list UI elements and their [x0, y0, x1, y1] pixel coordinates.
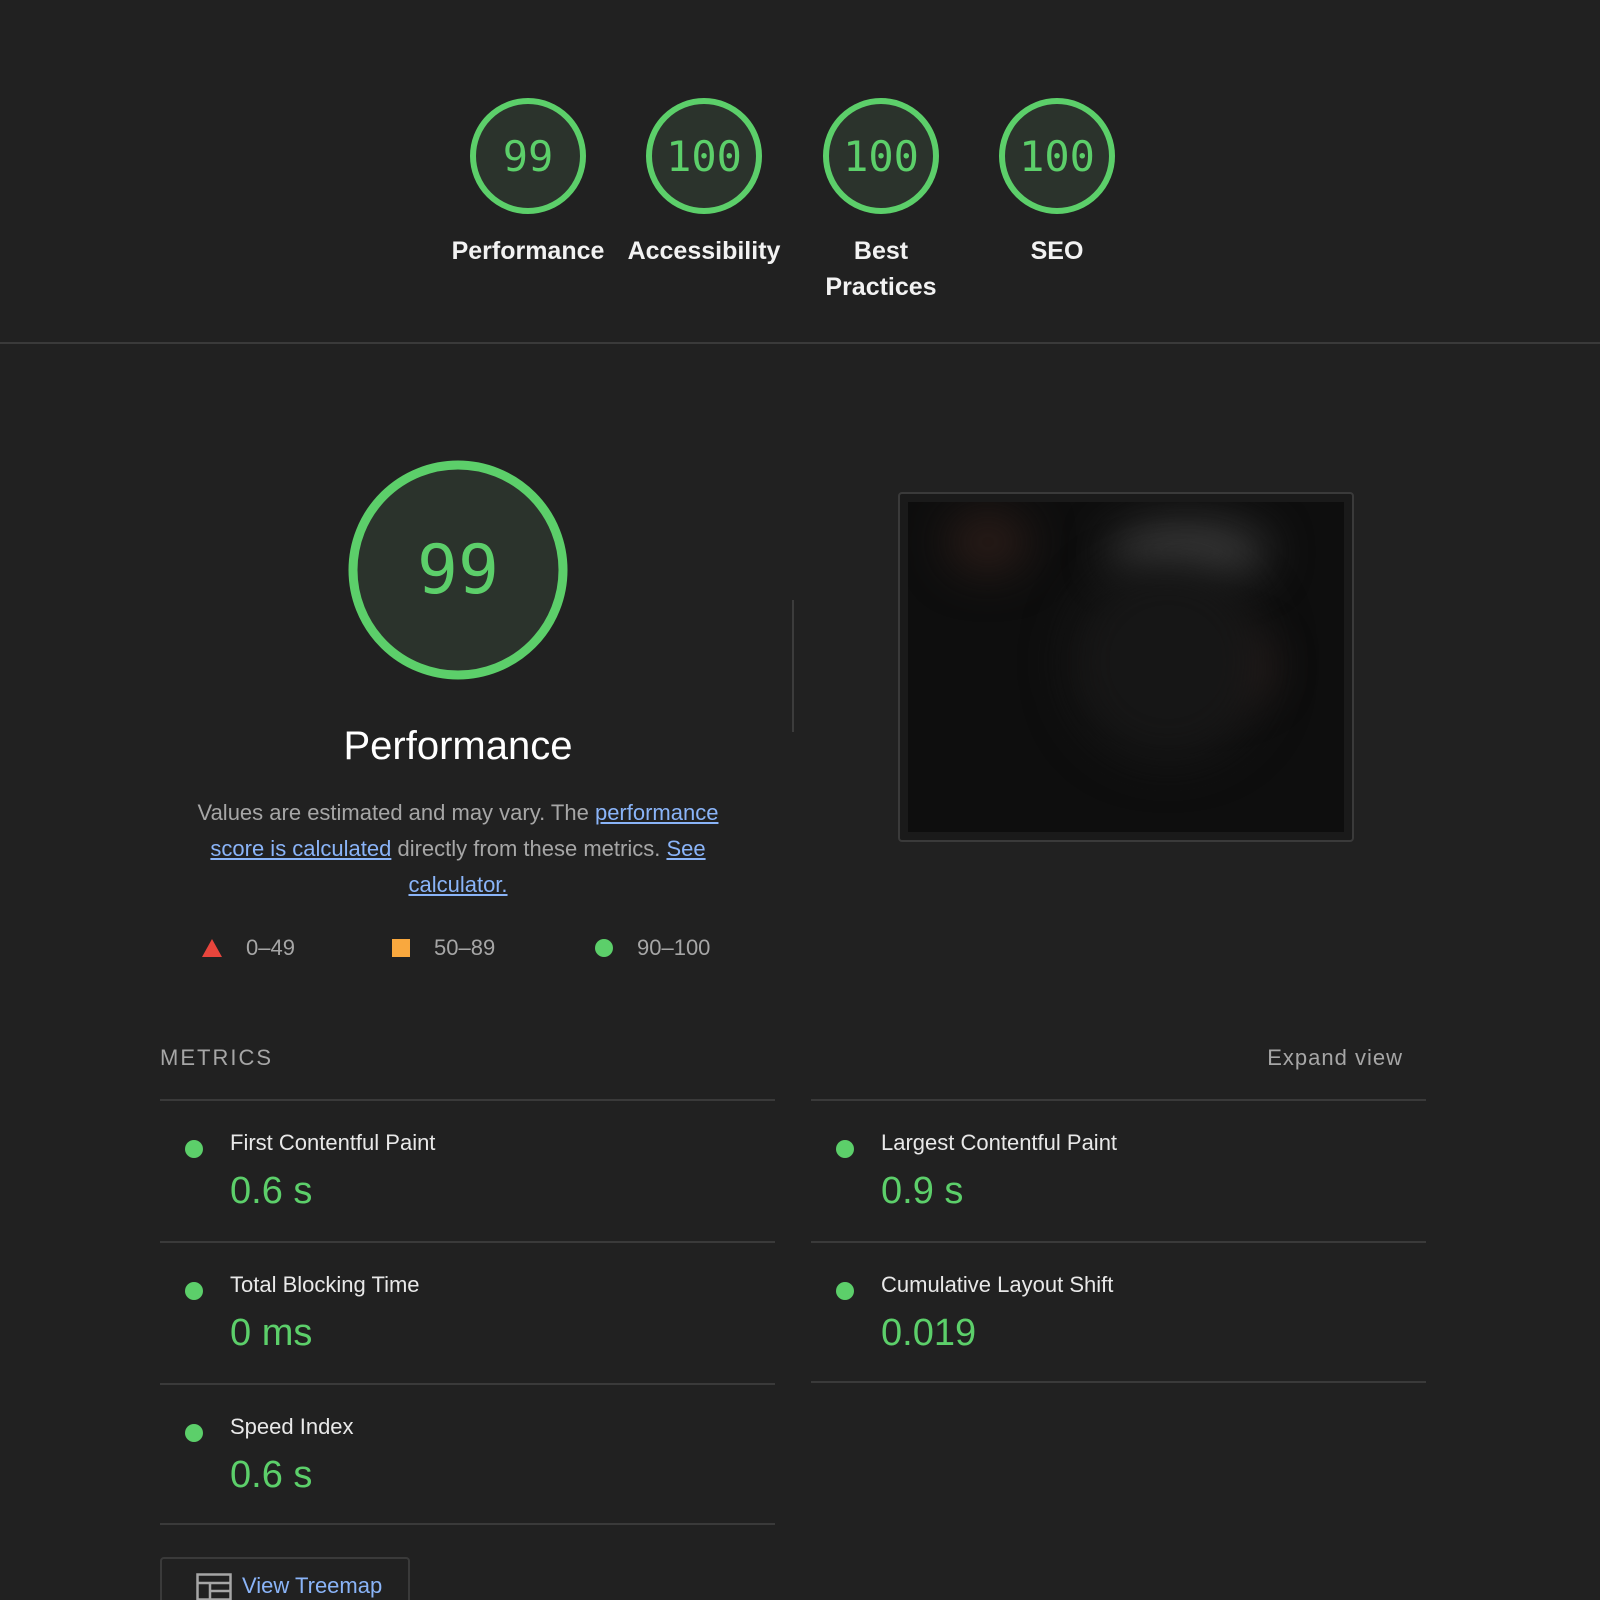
score-label-line1: Best [853, 237, 909, 265]
legend-fail: 0–49 [202, 935, 295, 961]
circle-icon [595, 939, 613, 957]
metric-largest-contentful-paint: Largest Contentful Paint 0.9 s [811, 1130, 1426, 1230]
metric-first-contentful-paint: First Contentful Paint 0.6 s [160, 1130, 775, 1230]
metric-value: 0.6 s [230, 1454, 313, 1496]
score-label: Accessibility [627, 237, 781, 265]
score-gauge-performance[interactable]: 99 Performance [448, 97, 608, 269]
lighthouse-report: 99 Performance 100 Accessibility 100 Bes… [0, 0, 1600, 1600]
performance-gauge-large: 99 [348, 460, 568, 680]
blur-spot [1068, 562, 1268, 762]
score-gauge-best-practices[interactable]: 100 Best Practices [801, 97, 961, 305]
view-treemap-button[interactable]: View Treemap [160, 1557, 410, 1600]
score-value: 100 [1019, 131, 1095, 181]
score-value: 99 [502, 131, 554, 181]
score-value: 100 [666, 131, 742, 181]
metric-label: First Contentful Paint [230, 1130, 436, 1155]
performance-description: Values are estimated and may vary. The p… [168, 795, 748, 903]
score-label: SEO [1030, 237, 1084, 265]
header-divider [0, 342, 1600, 344]
metric-label: Largest Contentful Paint [881, 1130, 1118, 1155]
score-label: Best Practices [801, 233, 961, 305]
score-gauge-accessibility[interactable]: 100 Accessibility [624, 97, 784, 269]
pass-circle-icon [836, 1282, 854, 1300]
treemap-label: View Treemap [242, 1573, 383, 1598]
metric-value: 0 ms [230, 1312, 313, 1354]
metric-value: 0.9 s [881, 1170, 964, 1212]
pass-circle-icon [185, 1282, 203, 1300]
performance-title: Performance [343, 724, 573, 768]
score-label: Performance [451, 237, 605, 265]
final-screenshot[interactable] [898, 492, 1354, 842]
pass-circle-icon [836, 1140, 854, 1158]
square-icon [392, 939, 410, 957]
metric-total-blocking-time: Total Blocking Time 0 ms [160, 1272, 775, 1372]
metric-divider [160, 1523, 775, 1525]
pass-circle-icon [185, 1140, 203, 1158]
metric-speed-index: Speed Index 0.6 s [160, 1414, 775, 1514]
blur-spot [948, 512, 1028, 572]
gauge-ring: 100 [998, 97, 1116, 215]
legend-average: 50–89 [392, 935, 495, 961]
metric-divider [811, 1099, 1426, 1101]
gauge-ring: 100 [645, 97, 763, 215]
metric-divider [160, 1383, 775, 1385]
metric-divider [811, 1241, 1426, 1243]
legend-range: 50–89 [434, 935, 496, 960]
section-divider [792, 600, 794, 732]
score-gauge-seo[interactable]: 100 SEO [977, 97, 1137, 269]
metric-label: Total Blocking Time [230, 1272, 420, 1297]
metric-divider [811, 1381, 1426, 1383]
performance-score-value: 99 [417, 530, 499, 610]
metric-label: Cumulative Layout Shift [881, 1272, 1114, 1297]
desc-middle: directly from these metrics. [391, 836, 667, 861]
metric-value: 0.019 [881, 1312, 977, 1354]
triangle-icon [202, 939, 222, 957]
treemap-icon [196, 1573, 232, 1600]
legend-pass: 90–100 [595, 935, 710, 961]
desc-prefix: Values are estimated and may vary. The [197, 800, 595, 825]
metric-label: Speed Index [230, 1414, 354, 1439]
metric-divider [160, 1099, 775, 1101]
metric-value: 0.6 s [230, 1170, 313, 1212]
metric-divider [160, 1241, 775, 1243]
legend-range: 90–100 [637, 935, 711, 960]
score-label-line2: Practices [825, 273, 937, 301]
metrics-header: METRICS [160, 1045, 273, 1070]
gauge-ring: 100 [822, 97, 940, 215]
legend-range: 0–49 [246, 935, 295, 960]
gauge-ring: 99 [469, 97, 587, 215]
pass-circle-icon [185, 1424, 203, 1442]
score-value: 100 [843, 131, 919, 181]
screenshot-image [908, 502, 1344, 832]
metric-cumulative-layout-shift: Cumulative Layout Shift 0.019 [811, 1272, 1426, 1372]
expand-view-toggle[interactable]: Expand view [1267, 1045, 1403, 1071]
